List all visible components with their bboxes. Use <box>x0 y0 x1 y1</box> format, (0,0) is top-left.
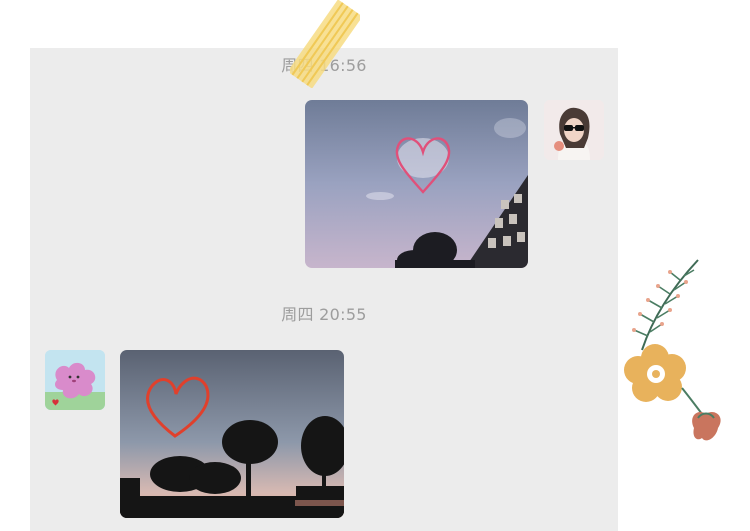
other-avatar[interactable] <box>45 350 105 410</box>
received-photo-message[interactable] <box>120 350 344 518</box>
self-avatar[interactable] <box>544 100 604 160</box>
washi-tape-decoration <box>290 0 360 88</box>
chat-panel: 周四 16:56 <box>30 48 618 531</box>
flower-sticker-decoration <box>610 250 735 450</box>
timestamp: 周四 20:55 <box>281 305 367 324</box>
sent-photo-message[interactable] <box>305 100 528 268</box>
